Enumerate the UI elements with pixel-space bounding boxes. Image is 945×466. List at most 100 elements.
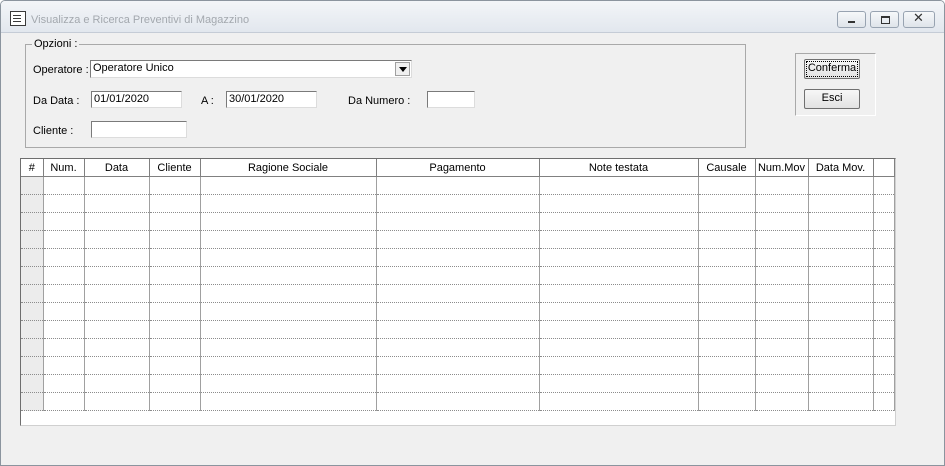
da-data-field[interactable]: 01/01/2020 — [91, 91, 182, 108]
table-cell[interactable] — [873, 320, 895, 339]
cliente-field[interactable] — [91, 121, 187, 138]
table-cell[interactable] — [539, 230, 699, 249]
table-cell[interactable] — [698, 176, 756, 195]
table-cell[interactable] — [84, 212, 150, 231]
table-cell[interactable] — [149, 284, 201, 303]
table-row[interactable] — [21, 320, 895, 339]
table-cell[interactable] — [149, 338, 201, 357]
row-selector-cell[interactable] — [21, 230, 44, 249]
table-row[interactable] — [21, 356, 895, 375]
table-cell[interactable] — [149, 302, 201, 321]
table-cell[interactable] — [873, 266, 895, 285]
table-row[interactable] — [21, 212, 895, 231]
table-cell[interactable] — [376, 176, 540, 195]
row-selector-cell[interactable] — [21, 194, 44, 213]
table-cell[interactable] — [539, 320, 699, 339]
table-cell[interactable] — [149, 374, 201, 393]
table-cell[interactable] — [698, 320, 756, 339]
table-cell[interactable] — [808, 392, 874, 411]
close-button[interactable]: ✕ — [903, 11, 935, 28]
table-cell[interactable] — [84, 230, 150, 249]
column-header-data[interactable]: Data — [84, 159, 150, 177]
table-cell[interactable] — [84, 338, 150, 357]
table-cell[interactable] — [200, 302, 377, 321]
table-cell[interactable] — [808, 212, 874, 231]
operatore-dropdown[interactable]: Operatore Unico — [90, 60, 412, 78]
table-cell[interactable] — [755, 302, 809, 321]
table-cell[interactable] — [539, 266, 699, 285]
row-selector-cell[interactable] — [21, 356, 44, 375]
table-cell[interactable] — [200, 230, 377, 249]
table-cell[interactable] — [539, 356, 699, 375]
table-cell[interactable] — [376, 284, 540, 303]
table-cell[interactable] — [755, 248, 809, 267]
row-selector-cell[interactable] — [21, 266, 44, 285]
table-cell[interactable] — [376, 266, 540, 285]
table-row[interactable] — [21, 194, 895, 213]
row-selector-cell[interactable] — [21, 212, 44, 231]
table-cell[interactable] — [376, 194, 540, 213]
table-cell[interactable] — [149, 176, 201, 195]
table-cell[interactable] — [200, 392, 377, 411]
table-cell[interactable] — [873, 248, 895, 267]
table-cell[interactable] — [376, 392, 540, 411]
table-cell[interactable] — [539, 194, 699, 213]
table-cell[interactable] — [539, 176, 699, 195]
table-cell[interactable] — [376, 248, 540, 267]
column-header-ragione-sociale[interactable]: Ragione Sociale — [200, 159, 377, 177]
table-cell[interactable] — [84, 248, 150, 267]
column-header-num[interactable]: Num. — [43, 159, 85, 177]
table-row[interactable] — [21, 302, 895, 321]
row-selector-cell[interactable] — [21, 176, 44, 195]
table-cell[interactable] — [200, 212, 377, 231]
column-header-note-testata[interactable]: Note testata — [539, 159, 699, 177]
chevron-down-icon[interactable] — [395, 62, 410, 76]
table-cell[interactable] — [200, 284, 377, 303]
table-cell[interactable] — [84, 284, 150, 303]
table-cell[interactable] — [149, 230, 201, 249]
table-cell[interactable] — [698, 284, 756, 303]
app-icon[interactable] — [10, 11, 26, 26]
table-cell[interactable] — [808, 338, 874, 357]
table-cell[interactable] — [755, 266, 809, 285]
table-cell[interactable] — [698, 338, 756, 357]
table-cell[interactable] — [873, 212, 895, 231]
table-cell[interactable] — [43, 374, 85, 393]
table-cell[interactable] — [539, 284, 699, 303]
table-cell[interactable] — [698, 230, 756, 249]
esci-button[interactable]: Esci — [804, 89, 860, 109]
table-cell[interactable] — [376, 374, 540, 393]
table-cell[interactable] — [43, 194, 85, 213]
row-selector-cell[interactable] — [21, 284, 44, 303]
table-cell[interactable] — [149, 356, 201, 375]
table-cell[interactable] — [200, 194, 377, 213]
table-cell[interactable] — [539, 248, 699, 267]
table-cell[interactable] — [376, 320, 540, 339]
minimize-button[interactable] — [837, 11, 866, 28]
table-cell[interactable] — [84, 176, 150, 195]
table-cell[interactable] — [698, 356, 756, 375]
table-cell[interactable] — [873, 194, 895, 213]
column-header-pagamento[interactable]: Pagamento — [376, 159, 540, 177]
table-cell[interactable] — [43, 176, 85, 195]
column-header-num-mov[interactable]: Num.Mov — [755, 159, 809, 177]
table-cell[interactable] — [698, 194, 756, 213]
table-cell[interactable] — [376, 230, 540, 249]
table-row[interactable] — [21, 338, 895, 357]
row-selector-cell[interactable] — [21, 374, 44, 393]
table-cell[interactable] — [84, 392, 150, 411]
column-header-cliente[interactable]: Cliente — [149, 159, 201, 177]
row-selector-cell[interactable] — [21, 302, 44, 321]
a-date-field[interactable]: 30/01/2020 — [226, 91, 317, 108]
table-cell[interactable] — [43, 392, 85, 411]
table-cell[interactable] — [43, 212, 85, 231]
table-row[interactable] — [21, 230, 895, 249]
table-cell[interactable] — [873, 230, 895, 249]
table-cell[interactable] — [808, 248, 874, 267]
table-cell[interactable] — [808, 284, 874, 303]
table-cell[interactable] — [84, 320, 150, 339]
table-cell[interactable] — [873, 356, 895, 375]
row-selector-cell[interactable] — [21, 320, 44, 339]
table-cell[interactable] — [808, 374, 874, 393]
table-row[interactable] — [21, 176, 895, 195]
